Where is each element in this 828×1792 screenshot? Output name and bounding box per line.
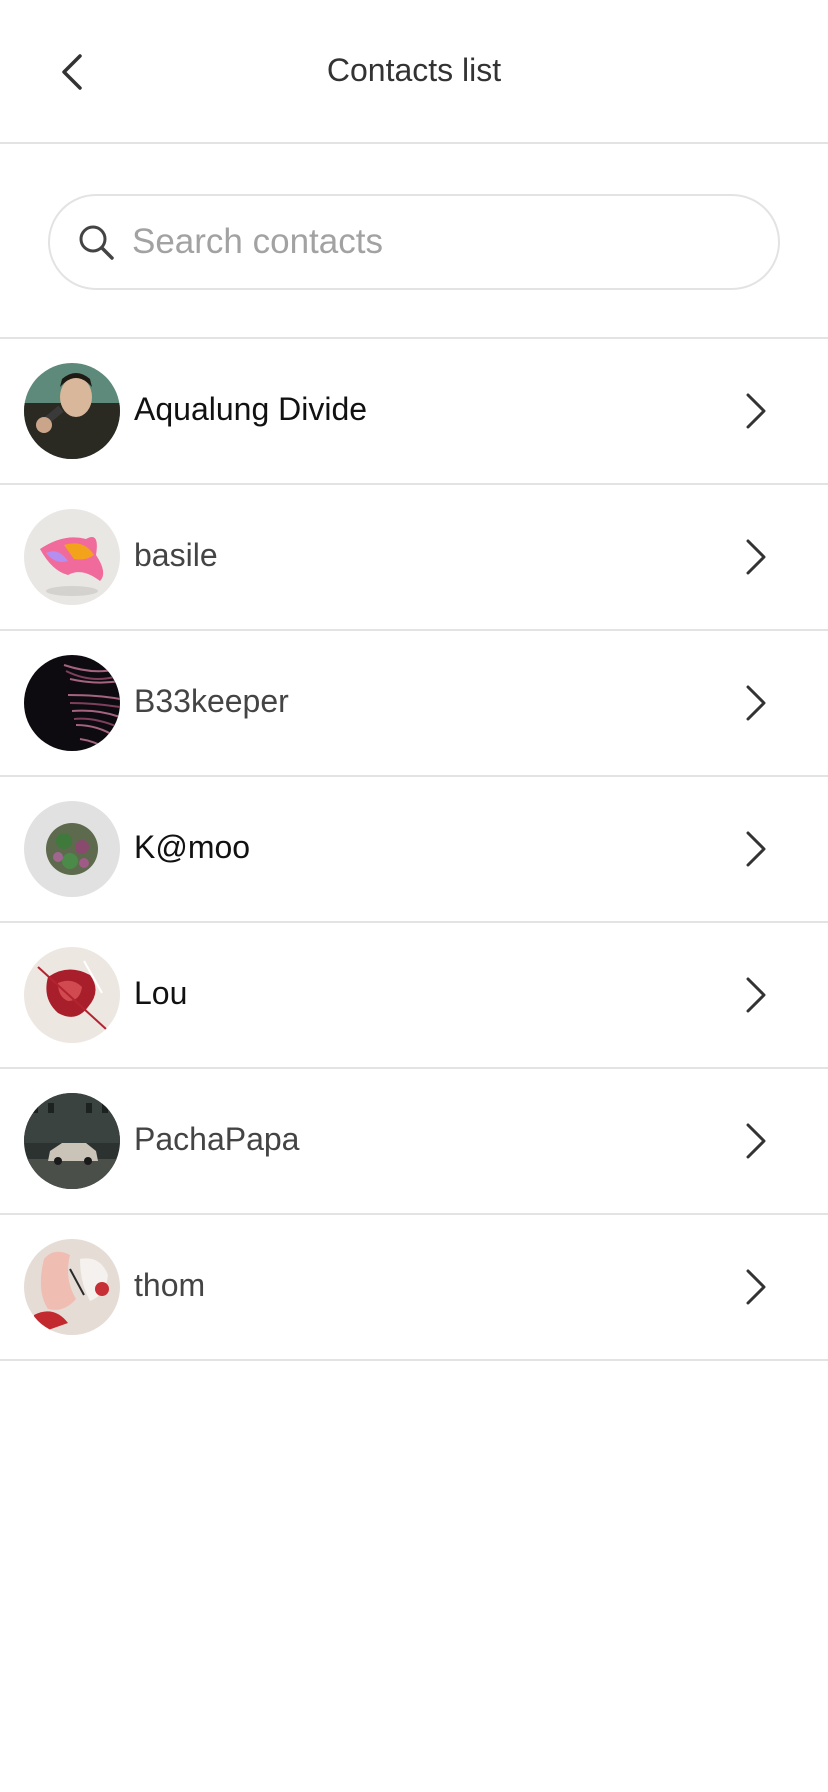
search-icon xyxy=(79,225,114,260)
search-input[interactable] xyxy=(132,216,732,268)
nav-header: Contacts list xyxy=(0,0,828,144)
avatar xyxy=(24,509,120,605)
contact-name: PachaPapa xyxy=(134,1121,300,1157)
contact-name: Lou xyxy=(134,975,188,1011)
chevron-right-icon xyxy=(746,685,766,721)
search-bar[interactable] xyxy=(48,194,780,290)
chevron-right-icon xyxy=(746,1123,766,1159)
contact-row-aqualung-divide[interactable]: Aqualung Divide xyxy=(0,339,828,485)
chevron-right-icon xyxy=(746,977,766,1013)
contact-name: basile xyxy=(134,537,218,573)
contact-row-pachapapa[interactable]: PachaPapa xyxy=(0,1069,828,1215)
chevron-right-icon xyxy=(746,1269,766,1305)
contact-name: thom xyxy=(134,1267,206,1303)
contacts-list: Aqualung Divide basile B33keeper K@moo L… xyxy=(0,337,828,1361)
contact-row-lou[interactable]: Lou xyxy=(0,923,828,1069)
contact-row-kamoo[interactable]: K@moo xyxy=(0,777,828,923)
chevron-right-icon xyxy=(746,831,766,867)
chevron-right-icon xyxy=(746,393,766,429)
contact-name: K@moo xyxy=(134,829,251,865)
avatar xyxy=(24,801,120,897)
avatar xyxy=(24,363,120,459)
avatar xyxy=(24,655,120,751)
avatar xyxy=(24,947,120,1043)
contact-row-basile[interactable]: basile xyxy=(0,485,828,631)
page-title: Contacts list xyxy=(326,52,502,88)
contact-name: B33keeper xyxy=(134,683,289,719)
avatar xyxy=(24,1093,120,1189)
contact-row-thom[interactable]: thom xyxy=(0,1215,828,1361)
avatar xyxy=(24,1239,120,1335)
contact-name: Aqualung Divide xyxy=(134,391,368,427)
contact-row-b33keeper[interactable]: B33keeper xyxy=(0,631,828,777)
chevron-right-icon xyxy=(746,539,766,575)
